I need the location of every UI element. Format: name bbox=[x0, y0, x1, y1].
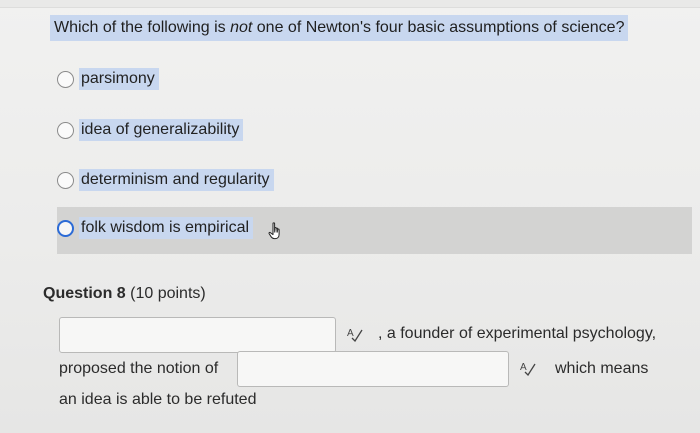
option-determinism[interactable]: determinism and regularity bbox=[57, 169, 274, 191]
spellcheck-icon[interactable]: A bbox=[519, 360, 537, 376]
option-label[interactable]: parsimony bbox=[79, 68, 159, 90]
text-before-blank-2: proposed the notion of bbox=[59, 360, 219, 377]
quiz-page: Which of the following is not one of New… bbox=[0, 0, 700, 433]
hand-pointer-icon bbox=[268, 222, 280, 240]
spellcheck-icon[interactable]: A bbox=[346, 326, 364, 342]
question-7-prompt: Which of the following is not one of New… bbox=[50, 15, 629, 41]
question-emphasis: not bbox=[230, 19, 253, 36]
option-label[interactable]: folk wisdom is empirical bbox=[79, 217, 254, 239]
top-strip bbox=[0, 0, 700, 8]
question-8-title: Question 8 bbox=[43, 285, 126, 302]
blank-1-input[interactable] bbox=[59, 317, 336, 353]
svg-text:A: A bbox=[520, 362, 527, 373]
option-parsimony[interactable]: parsimony bbox=[57, 68, 159, 90]
question-prefix: Which of the following is bbox=[54, 19, 231, 36]
text-after-blank-1: , a founder of experimental psychology, bbox=[378, 325, 657, 342]
option-label[interactable]: idea of generalizability bbox=[79, 119, 244, 141]
option-label[interactable]: determinism and regularity bbox=[79, 169, 274, 191]
option-generalizability[interactable]: idea of generalizability bbox=[57, 119, 244, 141]
radio-button[interactable] bbox=[57, 171, 74, 189]
option-folk-wisdom[interactable]: folk wisdom is empirical bbox=[57, 217, 254, 239]
radio-button[interactable] bbox=[57, 219, 74, 237]
question-8-points: (10 points) bbox=[125, 285, 206, 302]
blank-2-input[interactable] bbox=[237, 351, 509, 387]
question-suffix: one of Newton's four basic assumptions o… bbox=[252, 19, 625, 36]
radio-button[interactable] bbox=[57, 121, 74, 139]
radio-button[interactable] bbox=[57, 70, 74, 88]
text-after-blank-2: which means bbox=[555, 360, 649, 377]
svg-text:A: A bbox=[347, 328, 354, 339]
question-8-header: Question 8 (10 points) bbox=[43, 284, 206, 304]
text-last-line: an idea is able to be refuted bbox=[59, 391, 257, 408]
